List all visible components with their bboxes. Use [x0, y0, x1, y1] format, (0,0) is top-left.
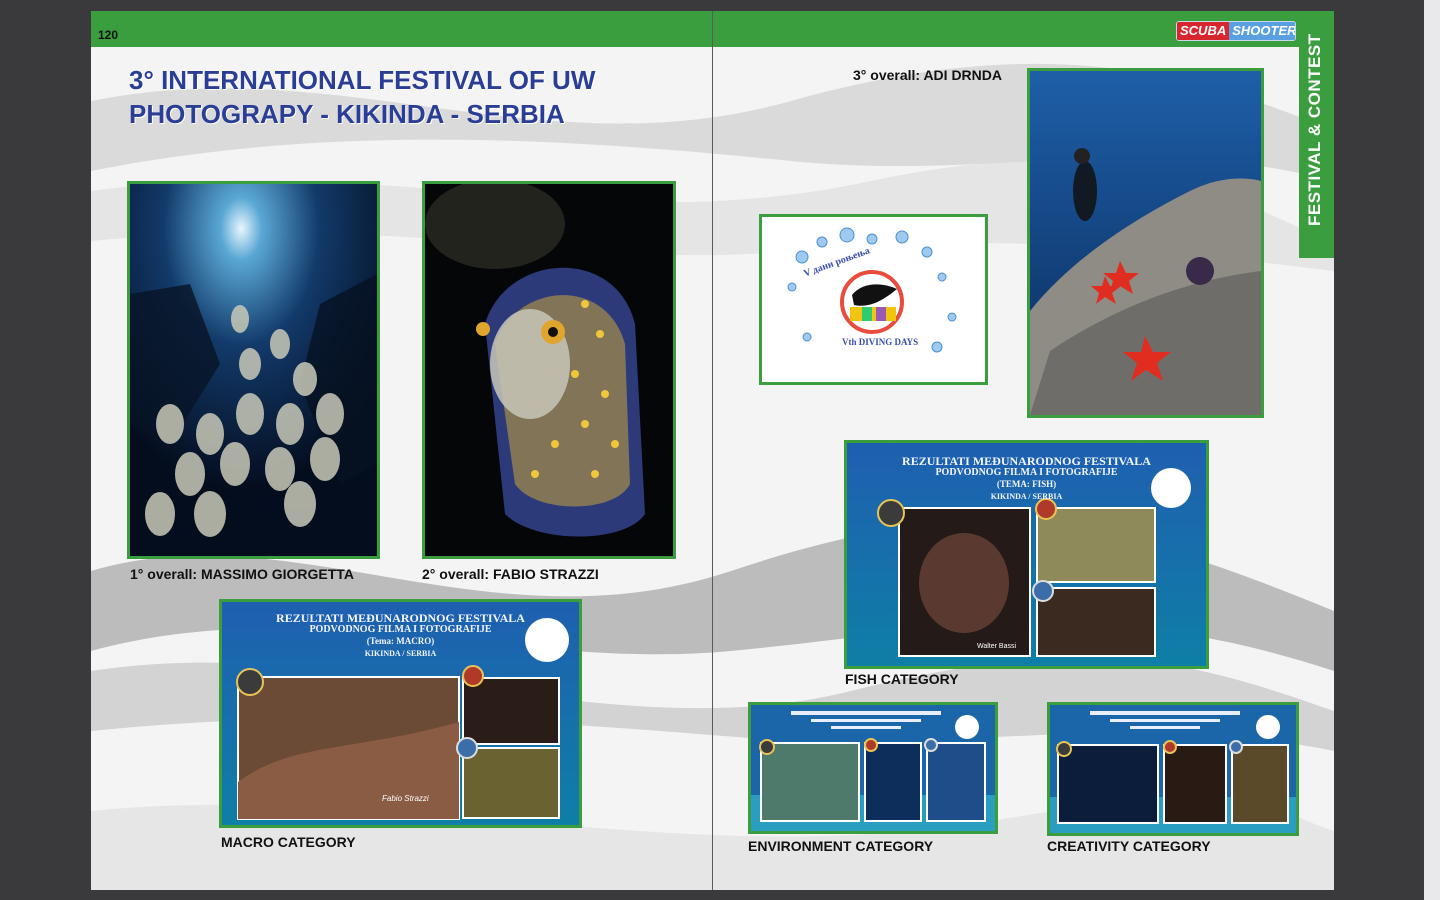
caption-first-place: 1° overall: MASSIMO GIORGETTA	[130, 566, 354, 582]
poster-macro-author: Fabio Strazzi	[382, 794, 429, 803]
caption-environment: ENVIRONMENT CATEGORY	[748, 838, 934, 854]
photo-third-place[interactable]	[1027, 68, 1264, 418]
logo-part-a: SCUBA	[1177, 22, 1230, 40]
caption-macro: MACRO CATEGORY	[221, 834, 356, 850]
poster-macro-theme: (Tema: MACRO)	[366, 636, 435, 646]
diver-reef-image	[1030, 71, 1261, 415]
caption-fish: FISH CATEGORY	[845, 671, 959, 687]
header-bar-left	[91, 11, 712, 47]
poster-fish[interactable]: REZULTATI MEĐUNARODNOG FESTIVALA PODVODN…	[844, 440, 1209, 669]
caption-second-place: 2° overall: FABIO STRAZZI	[422, 566, 599, 582]
poster-fish-location: KIKINDA / SERBIA	[990, 492, 1063, 501]
poster-environment[interactable]	[748, 702, 998, 834]
scubashooters-logo[interactable]: SCUBA SHOOTERS	[1176, 21, 1296, 41]
page-gutter	[712, 11, 713, 890]
caption-creativity: CREATIVITY CATEGORY	[1047, 838, 1211, 854]
diving-days-emblem	[762, 217, 985, 382]
poster-macro[interactable]: REZULTATI MEĐUNARODNOG FESTIVALA PODVODN…	[219, 599, 582, 828]
poster-macro-location: KIKINDA / SERBIA	[364, 649, 437, 658]
window-edge	[1424, 0, 1440, 900]
poster-creativity[interactable]	[1047, 702, 1299, 836]
poster-fish-line2: PODVODNOG FILMA I FOTOGRAFIJE	[935, 467, 1118, 478]
title-line-1: 3° INTERNATIONAL FESTIVAL OF UW	[129, 65, 596, 95]
diving-days-logo[interactable]: V дани роњења Vth DIVING DAYS	[759, 214, 988, 385]
poster-macro-line2: PODVODNOG FILMA I FOTOGRAFIJE	[309, 624, 492, 635]
photo-second-place[interactable]	[422, 181, 676, 559]
batfish-image	[130, 184, 377, 556]
logo-part-b: SHOOTERS	[1229, 22, 1295, 40]
caption-third-place: 3° overall: ADI DRNDA	[853, 67, 1002, 83]
poster-creativity-bg	[1050, 705, 1296, 833]
logo-text-bottom: Vth DIVING DAYS	[842, 337, 919, 347]
section-tab-arrow	[1299, 238, 1333, 258]
section-tab-label: FESTIVAL & CONTEST	[1305, 33, 1324, 226]
page-number: 120	[98, 28, 119, 42]
magazine-spread: 120 SCUBA SHOOTERS FESTIVAL & CONTEST 3°…	[91, 11, 1334, 890]
moray-image	[425, 184, 673, 556]
poster-fish-theme: (TEMA: FISH)	[996, 479, 1057, 489]
poster-fish-author: Walter Bassi	[977, 643, 1017, 650]
article-title: 3° INTERNATIONAL FESTIVAL OF UW PHOTOGRA…	[129, 63, 609, 131]
poster-environment-bg	[751, 705, 995, 831]
title-line-2: PHOTOGRAPY - KIKINDA - SERBIA	[129, 99, 565, 129]
photo-first-place[interactable]	[127, 181, 380, 559]
